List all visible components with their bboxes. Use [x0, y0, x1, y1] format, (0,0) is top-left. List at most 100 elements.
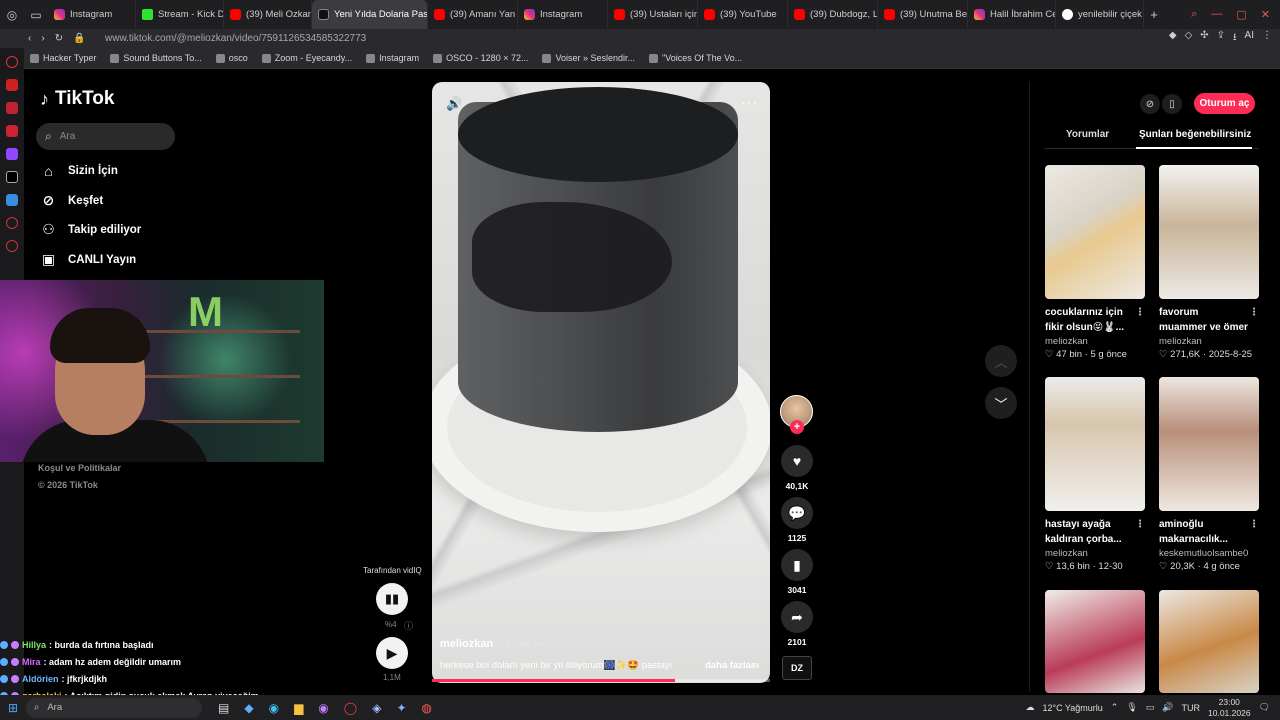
card-more-icon[interactable]: ⋮ [1135, 305, 1145, 320]
video-more-icon[interactable]: ··· [741, 94, 758, 110]
new-tab-icon[interactable]: + [1144, 7, 1164, 22]
app-icon[interactable]: ◍ [422, 701, 432, 715]
ai-icon[interactable]: AI [1245, 30, 1254, 47]
card-author[interactable]: meliozkan [1045, 336, 1145, 347]
sidebar-item-live[interactable]: ▣ CANLI Yayın [40, 251, 136, 268]
recommended-card[interactable]: aminoğlu makarnacılık... ⋮ keskemutluolsam… [1159, 377, 1259, 572]
bookmark-item[interactable]: OSCO - 1280 × 72... [433, 53, 528, 63]
network-icon[interactable]: ▭ [1146, 702, 1155, 713]
sidebar-item-for-you[interactable]: ⌂ Sizin İçin [40, 163, 118, 179]
browser-tab[interactable]: yenilebilir çiçek [1056, 0, 1144, 29]
video-progress-bar[interactable] [432, 679, 770, 682]
bookmark-item[interactable]: Hacker Typer [30, 53, 96, 63]
card-more-icon[interactable]: ⋮ [1249, 517, 1259, 532]
card-author[interactable]: meliozkan [1159, 336, 1259, 347]
card-more-icon[interactable]: ⋮ [1135, 517, 1145, 532]
app-icon[interactable]: ✦ [396, 701, 406, 715]
info-icon[interactable]: ⓘ [404, 619, 413, 632]
music-disc[interactable]: DZ [782, 656, 812, 680]
tab-overview-icon[interactable]: ▭ [24, 0, 48, 29]
browser-tab[interactable]: Instagram [518, 0, 608, 29]
url-field[interactable]: www.tiktok.com/@meliozkan/video/75911265… [105, 33, 366, 44]
recommended-card[interactable]: favorum muammer ve ömer usta🇹🇷...⋮melioz… [1159, 165, 1259, 360]
browser-tab[interactable]: (39) Unutma Be [878, 0, 968, 29]
weather-text[interactable]: 12°C Yağmurlu [1042, 703, 1102, 713]
vk-icon[interactable] [6, 194, 18, 206]
card-title[interactable]: cocuklarınız için fikir olsun😝🐰... [1045, 307, 1124, 333]
recommended-thumbnail[interactable] [1159, 590, 1259, 693]
card-title[interactable]: aminoğlu makarnacılık... [1159, 519, 1228, 545]
sidebar-item-explore[interactable]: ⊘ Keşfet [40, 192, 104, 209]
browser-tab[interactable]: Yeni Yılda Dolaria Past [312, 0, 428, 29]
recommended-card[interactable]: cocuklarınız için fikir olsun😝🐰... ⋮ melio… [1045, 165, 1145, 360]
video-player[interactable] [432, 82, 770, 683]
opera-icon[interactable]: ◯ [344, 701, 357, 715]
puzzle-icon[interactable]: ✣ [1200, 30, 1208, 47]
browser-tab[interactable]: Instagram [48, 0, 136, 29]
device-icon[interactable]: ▯ [1162, 94, 1182, 114]
recommended-thumbnail[interactable] [1045, 165, 1145, 299]
bookmark-item[interactable]: Zoom - Eyecandy... [261, 53, 352, 63]
forward-icon[interactable]: › [41, 33, 44, 44]
card-author[interactable]: keskemutluolsambe0 [1159, 548, 1259, 559]
notes-icon[interactable] [6, 125, 18, 137]
tab-you-may-like[interactable]: Şunları beğenebilirsiniz [1139, 129, 1251, 140]
bookmark-item[interactable]: Sound Buttons To... [110, 53, 202, 63]
bookmark-item[interactable]: Instagram [366, 53, 419, 63]
extension-icon[interactable]: ◇ [1185, 30, 1193, 47]
save-button[interactable]: ▮ [781, 549, 813, 581]
card-author[interactable]: meliozkan [1045, 548, 1145, 559]
volume-icon[interactable]: 🔊 [446, 96, 462, 112]
comment-button[interactable]: 💬 [781, 497, 813, 529]
more-menu-icon[interactable]: ⋮ [1262, 30, 1272, 47]
browser-tab[interactable]: (39) YouTube [698, 0, 788, 29]
search-tabs-icon[interactable]: ⌕ [1191, 8, 1197, 21]
play-button[interactable]: ▶ [376, 637, 408, 669]
share-button[interactable]: ➦ [781, 601, 813, 633]
reload-icon[interactable]: ↻ [55, 33, 63, 44]
share-icon[interactable]: ⇪ [1217, 30, 1225, 47]
tray-overflow-icon[interactable]: ⌃ [1111, 702, 1119, 713]
previous-video-button[interactable]: ︿ [985, 345, 1017, 377]
taskbar-search[interactable]: ⌕ Ara [26, 697, 202, 718]
volume-icon[interactable]: 🔊 [1162, 702, 1173, 713]
compass-icon[interactable]: ⊘ [1140, 94, 1160, 114]
browser-tab[interactable]: (39) Dubdogz, L [788, 0, 878, 29]
sidebar-extra-icon[interactable] [6, 240, 18, 252]
search-input[interactable]: ⌕ Ara [36, 123, 175, 150]
download-icon[interactable]: ⭳ [1233, 30, 1237, 47]
maximize-icon[interactable]: ▢ [1236, 8, 1246, 21]
recommended-thumbnail[interactable] [1159, 165, 1259, 299]
tiktok-logo[interactable]: ♪ TikTok [40, 88, 114, 110]
browser-tab[interactable]: Stream - Kick D [136, 0, 224, 29]
steam-icon[interactable]: ◈ [372, 701, 381, 715]
terms-link[interactable]: Koşul ve Politikalar [38, 463, 121, 473]
video-author[interactable]: meliozkan [440, 638, 493, 650]
next-video-button[interactable]: ﹀ [985, 387, 1017, 419]
task-view-icon[interactable]: ▤ [218, 701, 229, 715]
x-icon[interactable] [6, 171, 18, 183]
history-icon[interactable] [6, 56, 18, 68]
browser-tab[interactable]: Halil İbrahim Ce [968, 0, 1056, 29]
sidebar-item-following[interactable]: ⚇ Takip ediliyor [40, 221, 141, 238]
sidebar-extra-icon[interactable] [6, 217, 18, 229]
minimize-icon[interactable]: — [1211, 8, 1222, 21]
browser-tab[interactable]: (39) Amanı Yan [428, 0, 518, 29]
mail-icon[interactable] [6, 102, 18, 114]
language-indicator[interactable]: TUR [1182, 703, 1201, 713]
card-title[interactable]: hastayı ayağa kaldıran çorba... [1045, 519, 1122, 545]
recommended-thumbnail[interactable] [1159, 377, 1259, 511]
close-icon[interactable]: ✕ [1261, 8, 1270, 21]
notification-icon[interactable]: 🗨 [1259, 702, 1270, 713]
recommended-card[interactable]: hastayı ayağa kaldıran çorba... ⋮ meliozka… [1045, 377, 1145, 572]
mic-icon[interactable]: 🎙 [1126, 702, 1137, 713]
extension-icon[interactable]: ◆ [1169, 30, 1177, 47]
app-icon[interactable]: ◉ [318, 701, 328, 715]
twitch-icon[interactable] [6, 148, 18, 160]
edge-icon[interactable]: ◉ [269, 701, 279, 715]
bookmark-item[interactable]: Voiser » Seslendir... [542, 53, 635, 63]
recommended-thumbnail[interactable] [1045, 590, 1145, 693]
bookmark-item[interactable]: "Voices Of The Vo... [649, 53, 742, 63]
caption-more-link[interactable]: daha fazlası [705, 660, 759, 671]
back-icon[interactable]: ‹ [28, 33, 31, 44]
